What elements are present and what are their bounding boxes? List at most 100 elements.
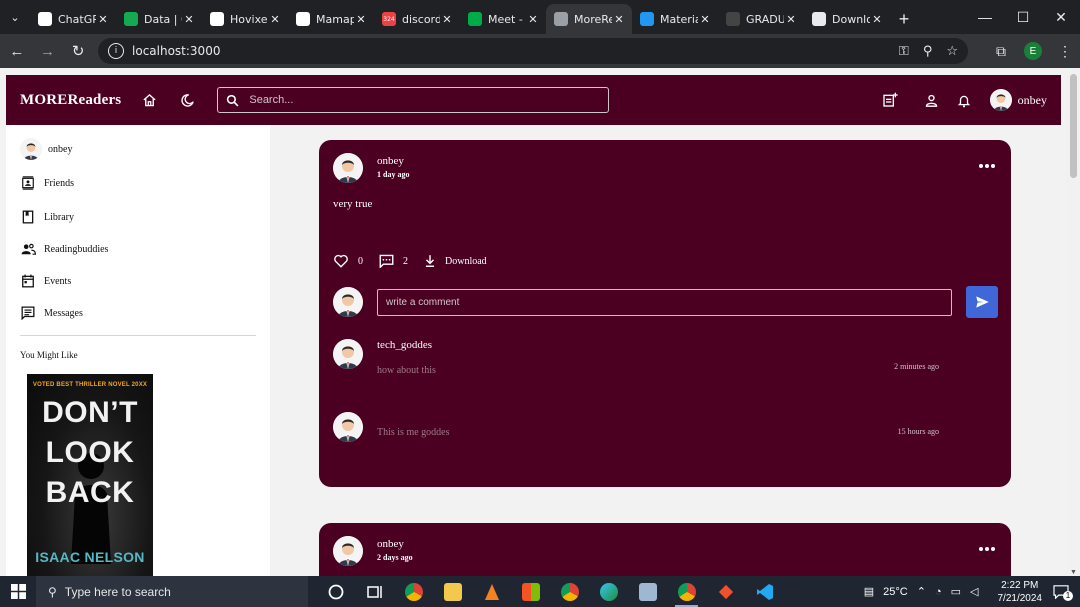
news-widget-icon[interactable]: ▤ — [864, 585, 874, 598]
book-author: ISAAC NELSON — [35, 549, 145, 565]
profile-avatar[interactable]: E — [1024, 42, 1042, 60]
sidebar-profile[interactable]: onbey — [20, 138, 72, 160]
browser-tab[interactable]: Meet - ✕ — [460, 4, 546, 34]
brand-logo[interactable]: MOREReaders — [20, 92, 121, 109]
file-explorer-icon[interactable] — [433, 576, 472, 607]
temperature-text[interactable]: 25°C — [883, 586, 908, 598]
close-tab-icon[interactable]: ✕ — [784, 13, 798, 26]
battery-icon[interactable]: ▭ — [951, 585, 961, 598]
browser-tab[interactable]: MoreRe ✕ — [546, 4, 632, 34]
vlc-icon[interactable] — [472, 576, 511, 607]
browser-tab[interactable]: Mamap ✕ — [288, 4, 374, 34]
close-tab-icon[interactable]: ✕ — [96, 13, 110, 26]
download-button[interactable]: Download — [424, 254, 487, 268]
close-tab-icon[interactable]: ✕ — [698, 13, 712, 26]
page-scrollbar[interactable]: ▼ — [1067, 68, 1080, 576]
sidebar-item-library[interactable]: Library — [20, 209, 74, 225]
browser-tab[interactable]: Hovixe ✕ — [202, 4, 288, 34]
store-icon[interactable] — [511, 576, 550, 607]
sidebar-item-messages[interactable]: Messages — [20, 305, 83, 321]
bookmark-star-icon[interactable]: ☆ — [946, 44, 958, 59]
browser-tab[interactable]: GRADU ✕ — [718, 4, 804, 34]
send-icon — [975, 296, 989, 308]
sidebar-item-friends[interactable]: Friends — [20, 175, 74, 191]
post-more-options-icon[interactable] — [977, 547, 995, 551]
clock-time: 2:22 PM — [1001, 579, 1039, 591]
sidebar-item-label: Events — [44, 275, 72, 287]
post-author-avatar[interactable] — [333, 536, 363, 566]
sidebar-item-events[interactable]: Events — [20, 273, 71, 289]
new-tab-button[interactable]: + — [890, 4, 918, 34]
taskbar-search-input[interactable]: Type here to search — [65, 585, 171, 599]
close-tab-icon[interactable]: ✕ — [182, 13, 196, 26]
home-icon[interactable] — [139, 90, 159, 110]
chevron-up-icon[interactable]: ⌃ — [917, 585, 926, 598]
site-info-icon[interactable]: i — [108, 43, 125, 59]
close-tab-icon[interactable]: ✕ — [612, 13, 626, 26]
browser-tab[interactable]: Materia ✕ — [632, 4, 718, 34]
book-cover-dont-look-back[interactable]: VOTED BEST THRILLER NOVEL 20XX DON’T LOO… — [27, 374, 153, 576]
back-button[interactable]: ← — [3, 37, 31, 65]
minimize-button[interactable]: — — [966, 0, 1004, 34]
cortana-icon[interactable] — [316, 576, 355, 607]
post-author-avatar[interactable] — [333, 153, 363, 183]
post-header: onbey 1 day ago — [333, 153, 409, 183]
extensions-icon[interactable]: ⧉ — [986, 43, 1016, 60]
clock[interactable]: 2:22 PM 7/21/2024 — [998, 579, 1043, 605]
close-tab-icon[interactable]: ✕ — [870, 13, 884, 26]
comment-author[interactable]: tech_goddes — [377, 339, 436, 351]
address-bar[interactable]: i localhost:3000 ⚿ ⚲ ☆ — [98, 38, 968, 64]
close-tab-icon[interactable]: ✕ — [526, 13, 540, 26]
send-comment-button[interactable] — [966, 286, 998, 318]
scroll-down-arrow[interactable]: ▼ — [1070, 569, 1077, 576]
browser-tab[interactable]: Downlo ✕ — [804, 4, 890, 34]
github-favicon-icon — [296, 12, 310, 26]
close-tab-icon[interactable]: ✕ — [268, 13, 282, 26]
nav-user-menu[interactable]: onbey — [989, 89, 1047, 111]
post-more-options-icon[interactable] — [977, 164, 995, 168]
scrollbar-thumb[interactable] — [1070, 74, 1077, 178]
reload-button[interactable]: ↻ — [64, 37, 92, 65]
post-actions: 0 2 Download — [333, 254, 503, 268]
maximize-button[interactable]: ☐ — [1004, 0, 1042, 34]
snipping-tool-icon[interactable] — [628, 576, 667, 607]
browser-tab[interactable]: 324 discord ✕ — [374, 4, 460, 34]
wifi-icon[interactable]: ◔ — [935, 586, 942, 598]
close-tab-icon[interactable]: ✕ — [354, 13, 368, 26]
chrome-app-icon[interactable] — [394, 576, 433, 607]
comment-input[interactable]: write a comment — [377, 288, 952, 316]
post-timestamp: 2 days ago — [377, 553, 413, 562]
comment-avatar[interactable] — [333, 339, 363, 369]
close-tab-icon[interactable]: ✕ — [440, 13, 454, 26]
browser-tab[interactable]: Data | C✕ — [116, 4, 202, 34]
chrome-menu-icon[interactable]: ⋮ — [1050, 43, 1080, 60]
sidebar-item-readingbuddies[interactable]: Readingbuddies — [20, 241, 108, 257]
vscode-icon[interactable] — [745, 576, 784, 607]
windows-start-button[interactable] — [0, 576, 36, 607]
post-author-name[interactable]: onbey — [377, 155, 409, 167]
volume-icon[interactable]: ◁ — [970, 585, 978, 598]
profile-icon[interactable] — [922, 90, 942, 110]
browser-tab[interactable]: ChatGP ✕ — [30, 4, 116, 34]
dark-mode-icon[interactable] — [177, 90, 197, 110]
like-button[interactable]: 0 — [333, 254, 363, 268]
git-icon[interactable] — [706, 576, 745, 607]
search-input[interactable]: Search... — [249, 94, 293, 106]
comment-avatar[interactable] — [333, 412, 363, 442]
forward-button[interactable]: → — [34, 37, 62, 65]
chrome-app-icon[interactable] — [550, 576, 589, 607]
edge-icon[interactable] — [589, 576, 628, 607]
create-post-icon[interactable] — [880, 90, 900, 110]
tab-search-button[interactable]: ⌄ — [0, 0, 30, 34]
notification-center-icon[interactable]: 1 — [1052, 582, 1074, 602]
close-window-button[interactable]: ✕ — [1042, 0, 1080, 34]
notifications-bell-icon[interactable] — [954, 90, 974, 110]
post-author-name[interactable]: onbey — [377, 538, 413, 550]
taskbar-search-box[interactable]: ⚲ Type here to search — [36, 576, 308, 607]
zoom-icon[interactable]: ⚲ — [923, 44, 933, 59]
chrome-profile-app-icon[interactable] — [667, 576, 706, 607]
password-key-icon[interactable]: ⚿ — [899, 44, 909, 59]
search-box[interactable]: Search... — [217, 87, 610, 113]
comment-button[interactable]: 2 — [379, 254, 408, 268]
task-view-icon[interactable] — [355, 576, 394, 607]
